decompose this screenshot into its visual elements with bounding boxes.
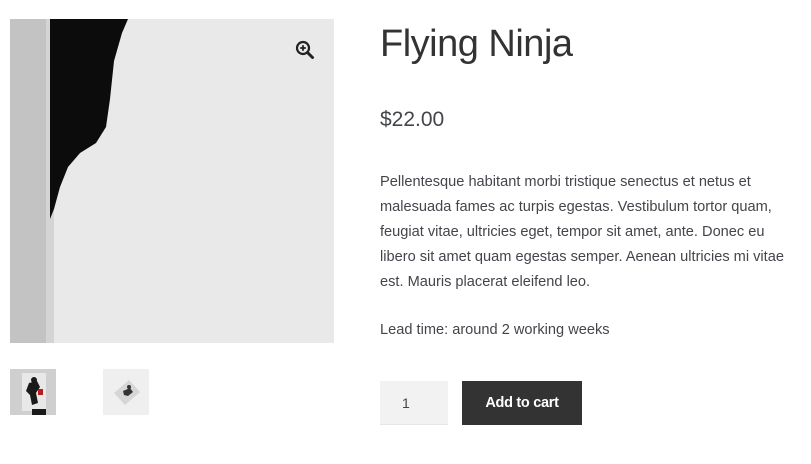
quantity-input[interactable] xyxy=(380,381,448,425)
product-title: Flying Ninja xyxy=(380,23,573,65)
product-price: $22.00 xyxy=(380,108,445,131)
ninja-print-thumbnail[interactable] xyxy=(103,369,149,415)
product-image-art xyxy=(10,19,334,343)
zoom-in-icon[interactable] xyxy=(294,39,316,61)
description-text: Pellentesque habitant morbi tristique se… xyxy=(380,174,784,290)
product-description: Pellentesque habitant morbi tristique se… xyxy=(380,170,800,366)
lead-time-text: Lead time: around 2 working weeks xyxy=(380,322,610,338)
add-to-cart-button[interactable]: Add to cart xyxy=(462,381,582,425)
product-page: Flying Ninja $22.00 Pellentesque habitan… xyxy=(0,0,811,464)
product-main-image[interactable] xyxy=(10,19,334,343)
ninja-poster-thumbnail[interactable] xyxy=(10,369,56,415)
